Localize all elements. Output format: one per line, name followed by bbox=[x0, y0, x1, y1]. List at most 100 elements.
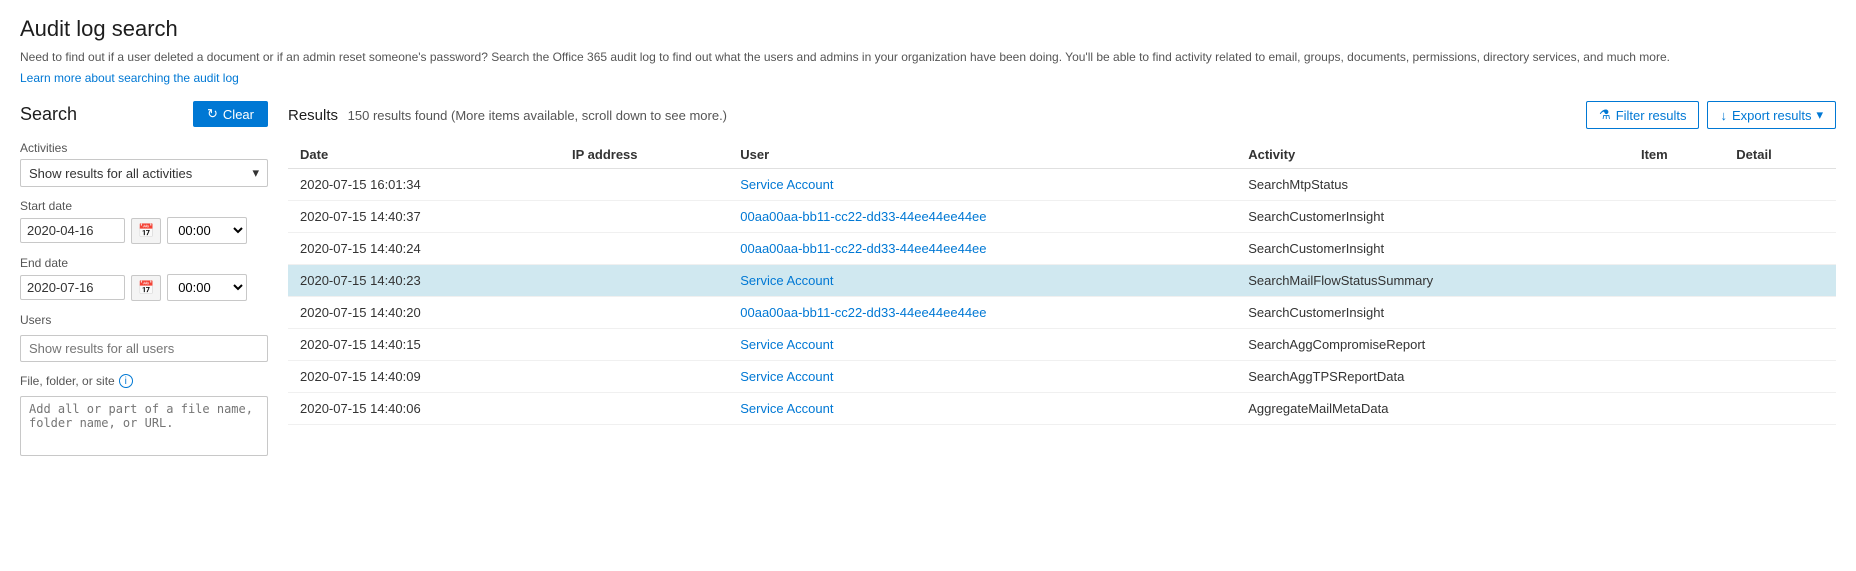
cell-item bbox=[1629, 329, 1724, 361]
col-detail: Detail bbox=[1724, 141, 1836, 169]
users-label: Users bbox=[20, 313, 268, 327]
info-icon[interactable]: i bbox=[119, 374, 133, 388]
table-row[interactable]: 2020-07-15 14:40:23 Service Account Search… bbox=[288, 265, 1836, 297]
cell-date: 2020-07-15 16:01:34 bbox=[288, 169, 560, 201]
cell-detail bbox=[1724, 265, 1836, 297]
results-count: 150 results found bbox=[348, 108, 448, 123]
start-date-input[interactable] bbox=[20, 218, 125, 243]
user-link[interactable]: Service Account bbox=[740, 369, 833, 384]
start-date-field: Start date 📅 00:00 bbox=[20, 199, 268, 244]
user-link[interactable]: Service Account bbox=[740, 401, 833, 416]
end-date-calendar-button[interactable]: 📅 bbox=[131, 275, 161, 301]
cell-detail bbox=[1724, 329, 1836, 361]
file-folder-input[interactable] bbox=[20, 396, 268, 456]
cell-activity: SearchMailFlowStatusSummary bbox=[1236, 265, 1629, 297]
search-header: Search Clear bbox=[20, 101, 268, 127]
cell-activity: AggregateMailMetaData bbox=[1236, 393, 1629, 425]
results-info: Results 150 results found (More items av… bbox=[288, 107, 727, 124]
end-date-input[interactable] bbox=[20, 275, 125, 300]
cell-detail bbox=[1724, 233, 1836, 265]
user-link[interactable]: 00aa00aa-bb11-cc22-dd33-44ee44ee44ee bbox=[740, 209, 986, 224]
activities-label: Activities bbox=[20, 141, 268, 155]
cell-activity: SearchMtpStatus bbox=[1236, 169, 1629, 201]
cell-activity: SearchAggTPSReportData bbox=[1236, 361, 1629, 393]
filter-icon: ⚗ bbox=[1599, 107, 1611, 123]
cell-item bbox=[1629, 265, 1724, 297]
results-label: Results bbox=[288, 107, 338, 124]
user-link[interactable]: Service Account bbox=[740, 177, 833, 192]
end-date-label: End date bbox=[20, 256, 268, 270]
export-chevron-icon: ▾ bbox=[1816, 107, 1823, 123]
cell-user[interactable]: Service Account bbox=[728, 265, 1236, 297]
cell-date: 2020-07-15 14:40:23 bbox=[288, 265, 560, 297]
start-time-select[interactable]: 00:00 bbox=[167, 217, 247, 244]
page-description: Need to find out if a user deleted a doc… bbox=[20, 48, 1836, 66]
cell-item bbox=[1629, 297, 1724, 329]
export-icon: ↓ bbox=[1720, 108, 1727, 123]
user-link[interactable]: 00aa00aa-bb11-cc22-dd33-44ee44ee44ee bbox=[740, 241, 986, 256]
cell-ip bbox=[560, 201, 728, 233]
cell-detail bbox=[1724, 201, 1836, 233]
user-link[interactable]: Service Account bbox=[740, 337, 833, 352]
activities-field: Activities Show results for all activiti… bbox=[20, 141, 268, 187]
cell-user[interactable]: 00aa00aa-bb11-cc22-dd33-44ee44ee44ee bbox=[728, 233, 1236, 265]
cell-user[interactable]: Service Account bbox=[728, 361, 1236, 393]
search-label: Search bbox=[20, 104, 77, 125]
start-date-row: 📅 00:00 bbox=[20, 217, 268, 244]
table-row[interactable]: 2020-07-15 14:40:09 Service Account Search… bbox=[288, 361, 1836, 393]
file-folder-field: File, folder, or site i bbox=[20, 374, 268, 459]
cell-activity: SearchCustomerInsight bbox=[1236, 233, 1629, 265]
clear-button-label: Clear bbox=[223, 107, 254, 122]
table-row[interactable]: 2020-07-15 14:40:3700aa00aa-bb11-cc22-dd… bbox=[288, 201, 1836, 233]
results-note: (More items available, scroll down to se… bbox=[451, 108, 727, 123]
results-table-wrapper: Date IP address User Activity Item Detai… bbox=[288, 141, 1836, 425]
search-panel: Search Clear Activities Show results for… bbox=[20, 101, 268, 459]
cell-detail bbox=[1724, 393, 1836, 425]
table-row[interactable]: 2020-07-15 14:40:06Service AccountAggreg… bbox=[288, 393, 1836, 425]
cell-user[interactable]: Service Account bbox=[728, 393, 1236, 425]
cell-item bbox=[1629, 393, 1724, 425]
start-date-calendar-button[interactable]: 📅 bbox=[131, 218, 161, 244]
learn-more-link[interactable]: Learn more about searching the audit log bbox=[20, 71, 239, 85]
cell-user[interactable]: Service Account bbox=[728, 329, 1236, 361]
cell-ip bbox=[560, 361, 728, 393]
action-buttons: ⚗ Filter results ↓ Export results ▾ bbox=[1586, 101, 1836, 129]
cell-date: 2020-07-15 14:40:15 bbox=[288, 329, 560, 361]
results-header: Results 150 results found (More items av… bbox=[288, 101, 1836, 129]
table-row[interactable]: 2020-07-15 16:01:34 Service Account Search… bbox=[288, 169, 1836, 201]
export-results-button[interactable]: ↓ Export results ▾ bbox=[1707, 101, 1836, 129]
table-row[interactable]: 2020-07-15 14:40:24 00aa00aa-bb11-cc22-dd… bbox=[288, 233, 1836, 265]
col-item: Item bbox=[1629, 141, 1724, 169]
filter-results-label: Filter results bbox=[1616, 108, 1687, 123]
cell-user[interactable]: 00aa00aa-bb11-cc22-dd33-44ee44ee44ee bbox=[728, 201, 1236, 233]
end-date-field: End date 📅 00:00 bbox=[20, 256, 268, 301]
results-table: Date IP address User Activity Item Detai… bbox=[288, 141, 1836, 425]
cell-user[interactable]: Service Account bbox=[728, 169, 1236, 201]
chevron-down-icon: ▾ bbox=[252, 165, 259, 181]
end-time-select[interactable]: 00:00 bbox=[167, 274, 247, 301]
calendar-icon: 📅 bbox=[138, 223, 154, 238]
cell-ip bbox=[560, 393, 728, 425]
table-row[interactable]: 2020-07-15 14:40:20 00aa00aa-bb11-cc22-dd… bbox=[288, 297, 1836, 329]
cell-date: 2020-07-15 14:40:09 bbox=[288, 361, 560, 393]
calendar-icon: 📅 bbox=[138, 280, 154, 295]
start-date-label: Start date bbox=[20, 199, 268, 213]
cell-ip bbox=[560, 297, 728, 329]
clear-button[interactable]: Clear bbox=[193, 101, 268, 127]
user-link[interactable]: 00aa00aa-bb11-cc22-dd33-44ee44ee44ee bbox=[740, 305, 986, 320]
cell-date: 2020-07-15 14:40:24 bbox=[288, 233, 560, 265]
main-layout: Search Clear Activities Show results for… bbox=[20, 101, 1836, 459]
col-user: User bbox=[728, 141, 1236, 169]
user-link[interactable]: Service Account bbox=[740, 273, 833, 288]
activities-value: Show results for all activities bbox=[29, 166, 192, 181]
cell-activity: SearchCustomerInsight bbox=[1236, 201, 1629, 233]
results-table-body: 2020-07-15 16:01:34 Service Account Search… bbox=[288, 169, 1836, 425]
activities-select[interactable]: Show results for all activities ▾ bbox=[20, 159, 268, 187]
cell-date: 2020-07-15 14:40:20 bbox=[288, 297, 560, 329]
cell-user[interactable]: 00aa00aa-bb11-cc22-dd33-44ee44ee44ee bbox=[728, 297, 1236, 329]
cell-ip bbox=[560, 169, 728, 201]
table-row[interactable]: 2020-07-15 14:40:15Service AccountSearch… bbox=[288, 329, 1836, 361]
file-folder-label-text: File, folder, or site bbox=[20, 374, 115, 388]
users-input[interactable] bbox=[20, 335, 268, 362]
filter-results-button[interactable]: ⚗ Filter results bbox=[1586, 101, 1699, 129]
